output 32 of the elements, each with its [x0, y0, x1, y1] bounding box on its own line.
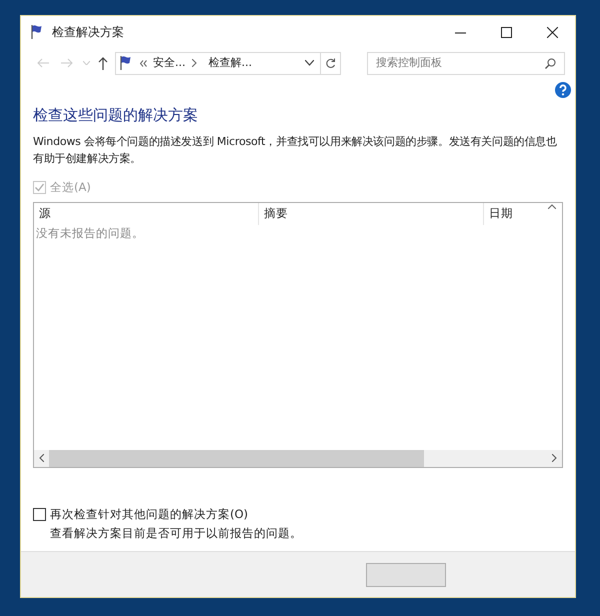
recheck-label: 再次检查针对其他问题的解决方案(O)	[50, 506, 248, 523]
window-title: 检查解决方案	[52, 24, 124, 41]
breadcrumb[interactable]: 检查解...	[208, 54, 252, 72]
search-input[interactable]: 搜索控制面板	[376, 54, 545, 72]
column-header[interactable]: 摘要	[259, 202, 484, 225]
double-chevron-left-icon[interactable]	[140, 60, 147, 66]
horizontal-scrollbar[interactable]	[34, 450, 562, 467]
scrollbar-thumb[interactable]	[49, 450, 424, 467]
search-icon	[545, 58, 556, 68]
column-header[interactable]: 日期	[484, 202, 562, 225]
column-header[interactable]: 源	[34, 202, 259, 225]
back-arrow-icon	[37, 58, 49, 68]
help-icon[interactable]	[555, 82, 571, 98]
up-arrow-icon	[98, 56, 108, 70]
search-field[interactable]: 搜索控制面板	[367, 52, 565, 74]
chevron-down-icon[interactable]	[305, 60, 314, 66]
empty-message: 没有未报告的问题。	[35, 224, 145, 242]
forward-arrow-icon	[61, 58, 73, 68]
checkbox[interactable]	[33, 508, 46, 521]
breadcrumb[interactable]: 安全...	[153, 54, 186, 72]
maximize-icon	[500, 26, 512, 38]
page-heading: 检查这些问题的解决方案	[33, 105, 199, 126]
recheck-hint: 查看解决方案目前是否可用于以前报告的问题。	[50, 525, 303, 542]
scroll-left-icon[interactable]	[39, 454, 44, 462]
address-bar[interactable]: 安全... 检查解...	[115, 52, 341, 74]
description-text: Windows 会将每个问题的描述发送到 Microsoft，并查找可以用来解决该问题的步骤。发送有关问题的信息也有助于创建解决方案。	[33, 134, 558, 166]
scroll-right-icon[interactable]	[552, 454, 557, 462]
chevron-right-icon	[192, 59, 196, 67]
chevron-down-icon	[82, 61, 90, 65]
select-all-label: 全选(A)	[50, 178, 91, 196]
refresh-icon	[325, 58, 336, 68]
close-icon	[546, 26, 558, 38]
